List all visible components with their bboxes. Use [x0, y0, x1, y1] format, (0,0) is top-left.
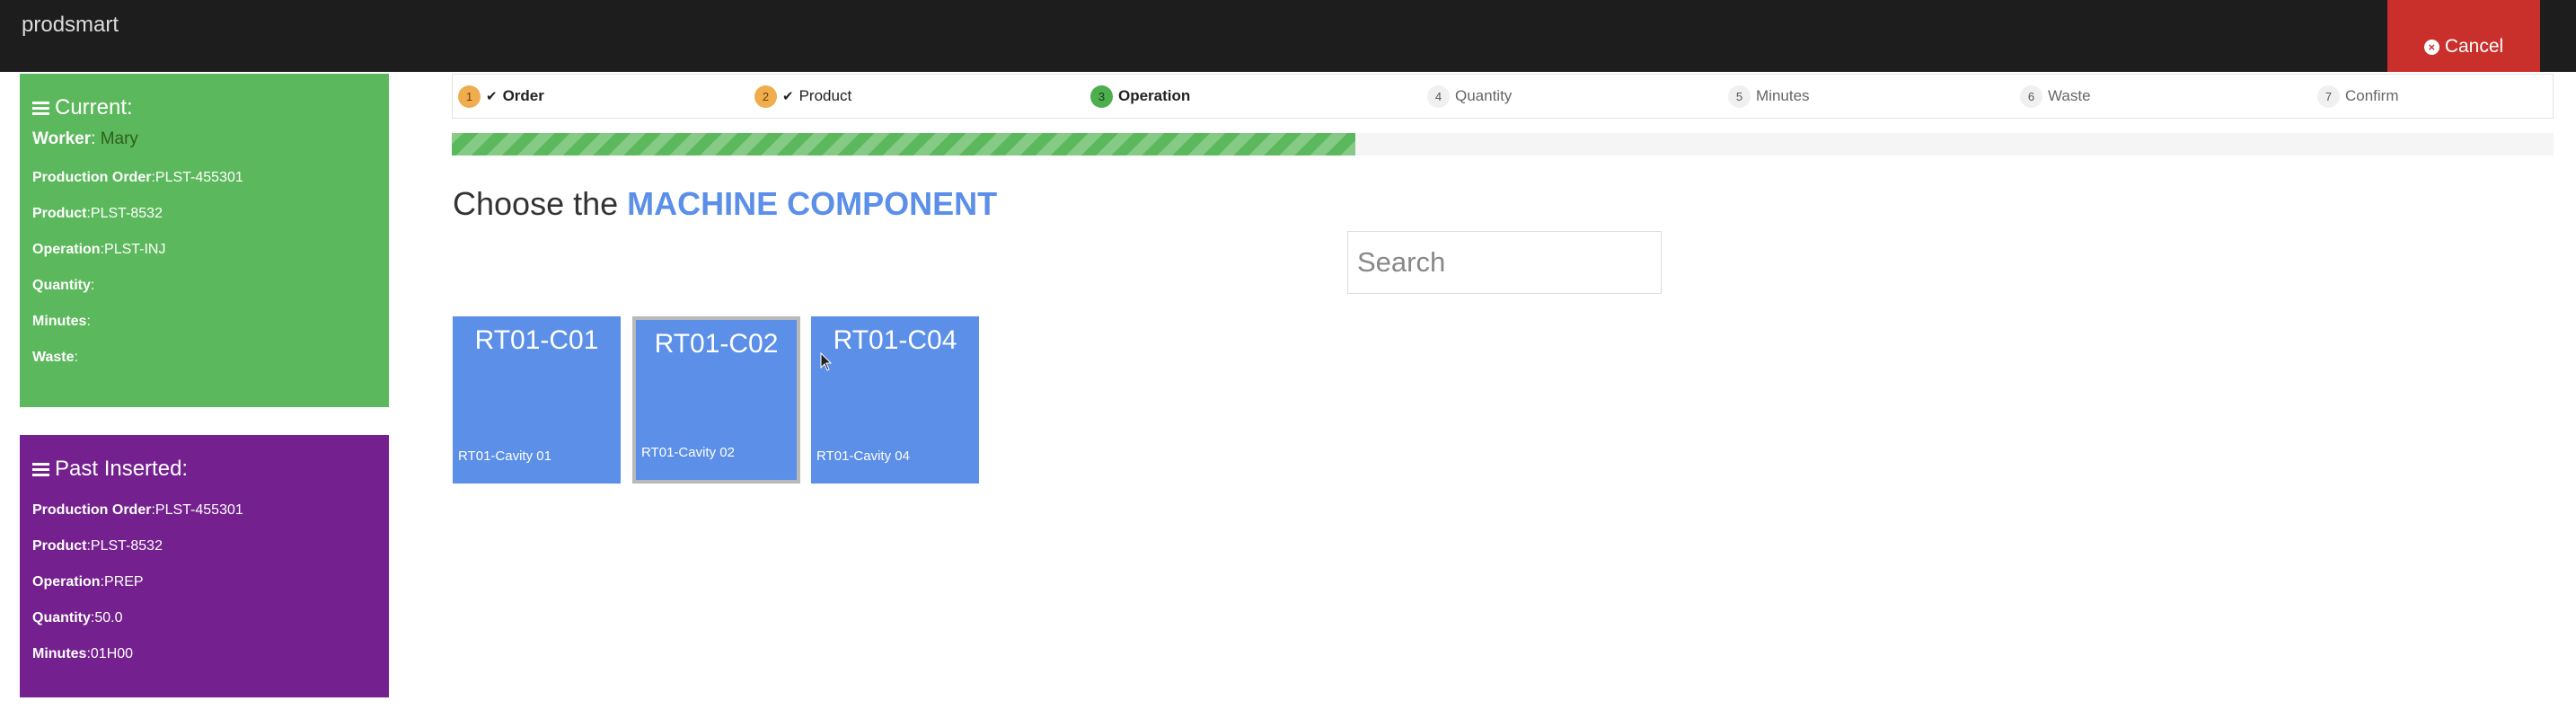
- current-panel-title: Current:: [55, 95, 133, 120]
- info-value: 01H00: [90, 646, 134, 661]
- wizard-steps: 1 ✔ Order 2 ✔ Product 3 Operation 4 Quantity 5 Minu…: [452, 74, 2554, 119]
- info-label: Product: [32, 538, 87, 554]
- step-label: Confirm: [2345, 87, 2399, 104]
- info-label: Production Order: [32, 170, 152, 185]
- info-row: Waste:: [32, 340, 389, 376]
- step-label: Operation: [1118, 87, 1191, 104]
- wizard-progress-bar: [452, 133, 2554, 155]
- component-description: RT01-Cavity 04: [816, 448, 910, 464]
- page-title-prefix: Choose the: [453, 185, 628, 222]
- info-label: Product: [32, 206, 87, 221]
- past-panel-header: Past Inserted:: [20, 435, 389, 482]
- worker-label: Worker: [32, 129, 92, 148]
- info-row: Minutes: 01H00: [32, 636, 389, 672]
- info-row: Product: PLST-8532: [32, 528, 389, 564]
- info-row: Minutes:: [32, 304, 389, 340]
- cancel-label: Cancel: [2444, 36, 2504, 57]
- wizard-step-waste: 6 Waste: [2020, 75, 2091, 118]
- component-description: RT01-Cavity 01: [458, 448, 551, 464]
- wizard-step-minutes: 5 Minutes: [1728, 75, 1810, 118]
- component-code: RT01-C01: [474, 325, 599, 355]
- component-code: RT01-C04: [833, 325, 957, 355]
- wizard-step-order: 1 ✔ Order: [458, 75, 544, 118]
- step-number-badge: 5: [1728, 84, 1751, 108]
- step-number-badge: 7: [2317, 84, 2340, 108]
- brand-logo: prodsmart: [22, 13, 119, 37]
- component-description: RT01-Cavity 02: [641, 445, 735, 460]
- close-circle-icon: ×: [2423, 39, 2439, 55]
- info-value: 50.0: [94, 610, 123, 626]
- page-title-emphasis: MACHINE COMPONENT: [627, 185, 998, 222]
- info-separator: :: [86, 314, 91, 329]
- step-number-badge: 4: [1427, 84, 1450, 108]
- component-code: RT01-C02: [654, 329, 779, 359]
- wizard-step-product: 2 ✔ Product: [754, 75, 851, 118]
- info-label: Operation: [32, 242, 101, 257]
- step-label: Product: [798, 87, 852, 104]
- info-row: Quantity:: [32, 268, 389, 304]
- info-value: PLST-INJ: [104, 242, 166, 257]
- menu-icon: [32, 101, 49, 115]
- cancel-button[interactable]: × Cancel: [2387, 0, 2540, 72]
- step-label: Quantity: [1455, 87, 1513, 104]
- step-label: Minutes: [1756, 87, 1810, 104]
- component-card[interactable]: RT01-C02 RT01-Cavity 02: [632, 316, 800, 484]
- info-value: PLST-455301: [154, 170, 243, 185]
- info-value: PREP: [104, 574, 144, 590]
- info-label: Operation: [32, 574, 101, 590]
- info-row: Operation: PLST-INJ: [32, 232, 389, 268]
- component-card[interactable]: RT01-C01 RT01-Cavity 01: [453, 316, 621, 484]
- check-icon: ✔: [486, 89, 498, 104]
- info-row: Quantity: 50.0: [32, 600, 389, 636]
- info-label: Quantity: [32, 610, 91, 626]
- page-title: Choose the MACHINE COMPONENT: [453, 185, 997, 223]
- info-label: Production Order: [32, 502, 152, 518]
- info-label: Waste: [32, 350, 75, 365]
- info-label: Minutes: [32, 314, 87, 329]
- past-panel-title: Past Inserted:: [55, 457, 189, 481]
- step-number-badge: 1: [458, 84, 481, 108]
- past-inserted-panel: Past Inserted: Production Order: PLST-45…: [20, 435, 389, 697]
- info-label: Quantity: [32, 278, 91, 293]
- current-panel-header: Current:: [20, 74, 389, 120]
- component-card[interactable]: RT01-C04 RT01-Cavity 04: [811, 316, 979, 484]
- info-value: PLST-8532: [90, 206, 163, 221]
- progress-fill: [452, 133, 1356, 155]
- worker-row: Worker: Mary: [32, 129, 138, 148]
- wizard-step-operation: 3 Operation: [1090, 75, 1190, 118]
- info-row: Production Order: PLST-455301: [32, 493, 389, 528]
- top-bar: prodsmart × Cancel: [0, 0, 2576, 72]
- mouse-cursor-icon: [820, 352, 833, 371]
- search-input[interactable]: [1347, 231, 1662, 294]
- info-value: PLST-455301: [154, 502, 243, 518]
- step-number-badge: 6: [2020, 84, 2042, 108]
- step-label: Waste: [2048, 87, 2091, 104]
- info-separator: :: [74, 350, 78, 365]
- info-row: Production Order: PLST-455301: [32, 160, 389, 196]
- info-separator: :: [90, 278, 95, 293]
- step-number-badge: 3: [1090, 84, 1113, 108]
- step-label: Order: [502, 87, 544, 104]
- current-info-list: Production Order: PLST-455301 Product: PL…: [20, 149, 389, 376]
- step-number-badge: 2: [754, 84, 777, 108]
- check-icon: ✔: [782, 89, 794, 104]
- info-row: Product: PLST-8532: [32, 196, 389, 232]
- info-value: PLST-8532: [90, 538, 163, 554]
- wizard-step-confirm: 7 Confirm: [2317, 75, 2399, 118]
- worker-value: Mary: [100, 129, 138, 148]
- current-panel: Current: Worker: Mary Production Order: …: [20, 74, 389, 407]
- menu-icon: [32, 462, 49, 476]
- wizard-step-quantity: 4 Quantity: [1427, 75, 1512, 118]
- info-row: Operation: PREP: [32, 564, 389, 600]
- info-label: Minutes: [32, 646, 87, 661]
- past-info-list: Production Order: PLST-455301 Product: PL…: [20, 482, 389, 672]
